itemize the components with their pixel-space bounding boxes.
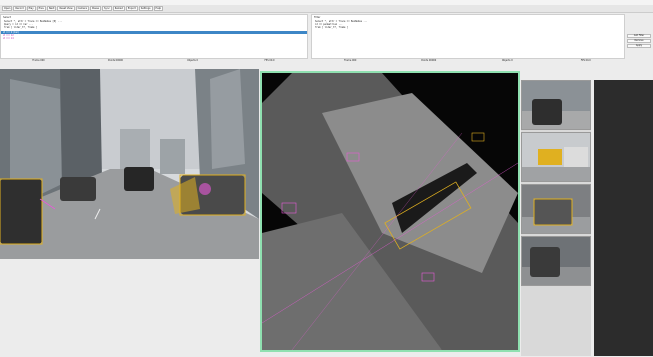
status-cell: Points 00000: [421, 59, 437, 62]
toolbar-button[interactable]: Open: [2, 6, 13, 11]
side-button[interactable]: Remove: [627, 39, 651, 43]
toolbar-button[interactable]: Sync: [102, 6, 112, 11]
status-cell: Points 00000: [108, 59, 123, 62]
footer-status: [0, 352, 260, 357]
left-result-list: id == 0 (Car) id == 12 id == 14: [1, 30, 307, 40]
toolbar-button[interactable]: Pause: [89, 6, 101, 11]
status-cell: Frame 000: [344, 59, 357, 62]
right-query-panel: Filter Select *, attr = Trace == BoxNode…: [311, 14, 625, 59]
result-list-item[interactable]: id == 14: [1, 37, 307, 40]
lidar-scene: [262, 73, 518, 350]
toolbar-button[interactable]: Prev: [36, 6, 46, 11]
toolbar-button[interactable]: Play: [26, 6, 36, 11]
side-dark-panel: [594, 80, 653, 356]
status-cell: FPS 00.0: [580, 59, 591, 62]
status-cell: Objects 0: [501, 59, 513, 62]
camera-thumbnail-strip: [521, 80, 591, 356]
side-button[interactable]: Apply: [627, 44, 651, 48]
code-line: from [ lidar_tf, frame ]: [4, 26, 38, 30]
toolbar-button[interactable]: Help: [153, 6, 163, 11]
toolbar-button[interactable]: Reset View: [57, 6, 75, 11]
status-cell: Frame 000: [32, 59, 45, 62]
toolbar-button[interactable]: Settings: [138, 6, 153, 11]
right-status-bar: Frame 000 Points 00000 Objects 0 FPS 00.0: [311, 59, 625, 62]
lidar-bev-view[interactable]: [260, 71, 520, 352]
toolbar-button[interactable]: Record: [13, 6, 26, 11]
toolbar-button[interactable]: Export: [125, 6, 138, 11]
side-button-group: Add Filter Remove Apply: [627, 34, 651, 49]
camera-scene: [0, 69, 259, 259]
camera-thumbnail[interactable]: [521, 80, 591, 130]
side-button[interactable]: Add Filter: [627, 34, 651, 38]
left-code-editor[interactable]: Select *, attr = Trace == BoxNodes [0] .…: [1, 20, 307, 30]
camera-thumbnail[interactable]: [521, 236, 591, 286]
camera-thumbnail[interactable]: [521, 132, 591, 182]
status-cell: Objects 0: [187, 59, 198, 62]
app-window: Open Record Play Prev Next Reset View Camera Pa…: [0, 0, 653, 357]
toolbar-button[interactable]: Camera: [75, 6, 89, 11]
code-line: from [ lidar_tf, frame ]: [315, 26, 349, 30]
left-status-bar: Frame 000 Points 00000 Objects 0 FPS 00.0: [0, 59, 308, 62]
toolbar: Open Record Play Prev Next Reset View Camera Pa…: [0, 5, 653, 13]
camera-view[interactable]: [0, 69, 259, 259]
status-cell: FPS 00.0: [264, 59, 275, 62]
toolbar-button[interactable]: Reload: [112, 6, 125, 11]
left-query-panel: Select Select *, attr = Trace == BoxNode…: [0, 14, 308, 59]
toolbar-button[interactable]: Next: [46, 6, 57, 11]
right-code-editor[interactable]: Select *, attr = Trace == BoxNodes ... id…: [312, 20, 624, 30]
camera-thumbnail[interactable]: [521, 184, 591, 234]
